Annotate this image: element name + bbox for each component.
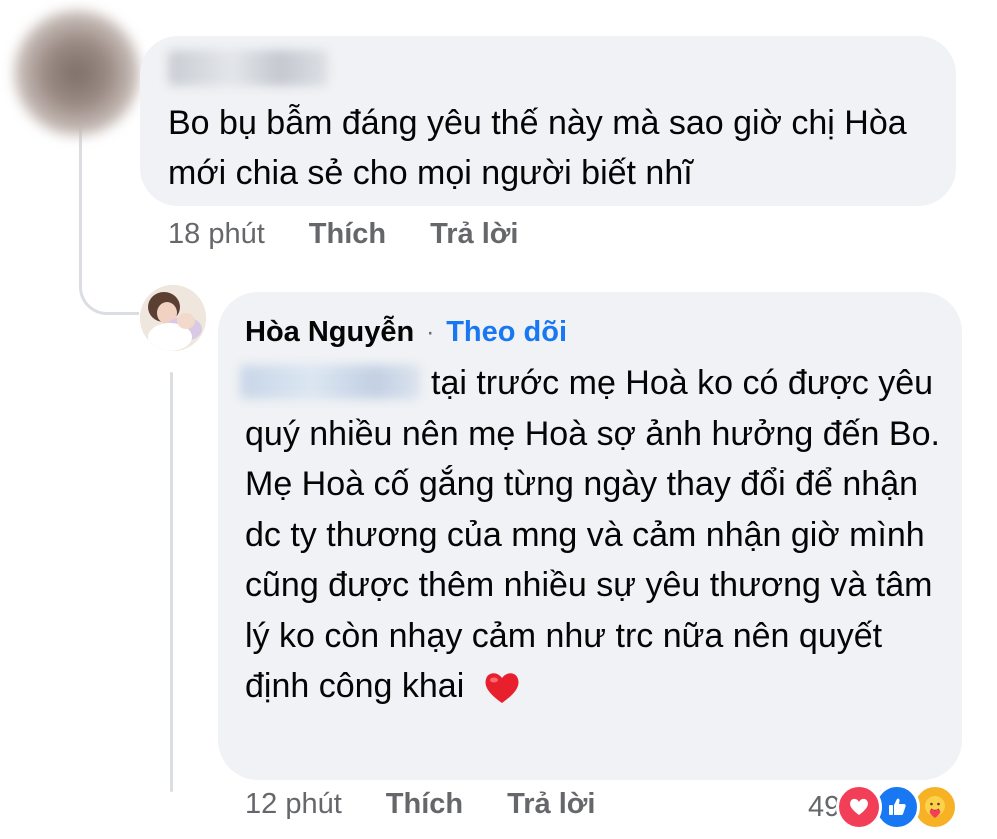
header-separator: · (426, 318, 435, 346)
avatar-photo-icon (140, 285, 206, 351)
reply-text: tại trước mẹ Hoà ko có được yêu quý nhiề… (245, 364, 940, 705)
reply-text-block: tại trước mẹ Hoà ko có được yêu quý nhiề… (245, 358, 945, 712)
comment-text: Bo bụ bẫm đáng yêu thế này mà sao giờ ch… (168, 104, 907, 192)
love-reaction-icon (836, 784, 883, 830)
reaction-summary[interactable]: 49 (808, 784, 959, 830)
reply-header: Hòa Nguyễn · Theo dõi (245, 316, 567, 349)
reply-author-avatar[interactable] (140, 285, 206, 351)
reply-timestamp[interactable]: 12 phút (245, 788, 342, 821)
reply-button[interactable]: Trả lời (430, 218, 518, 251)
red-heart-emoji-icon (485, 673, 519, 704)
reply-connector-line (170, 372, 173, 792)
follow-button[interactable]: Theo dõi (446, 316, 567, 349)
commenter-avatar-blurred[interactable] (14, 10, 140, 136)
commenter-name-blurred[interactable] (168, 50, 328, 86)
reply-reply-button[interactable]: Trả lời (507, 788, 595, 821)
comment-actions: 18 phút Thích Trả lời (168, 218, 562, 251)
comment-timestamp[interactable]: 18 phút (168, 218, 265, 251)
thread-connector-curve (79, 240, 139, 315)
like-button[interactable]: Thích (309, 218, 386, 251)
reply-actions: 12 phút Thích Trả lời (245, 788, 639, 821)
reply-author-name[interactable]: Hòa Nguyễn (245, 316, 414, 349)
reply-like-button[interactable]: Thích (386, 788, 463, 821)
